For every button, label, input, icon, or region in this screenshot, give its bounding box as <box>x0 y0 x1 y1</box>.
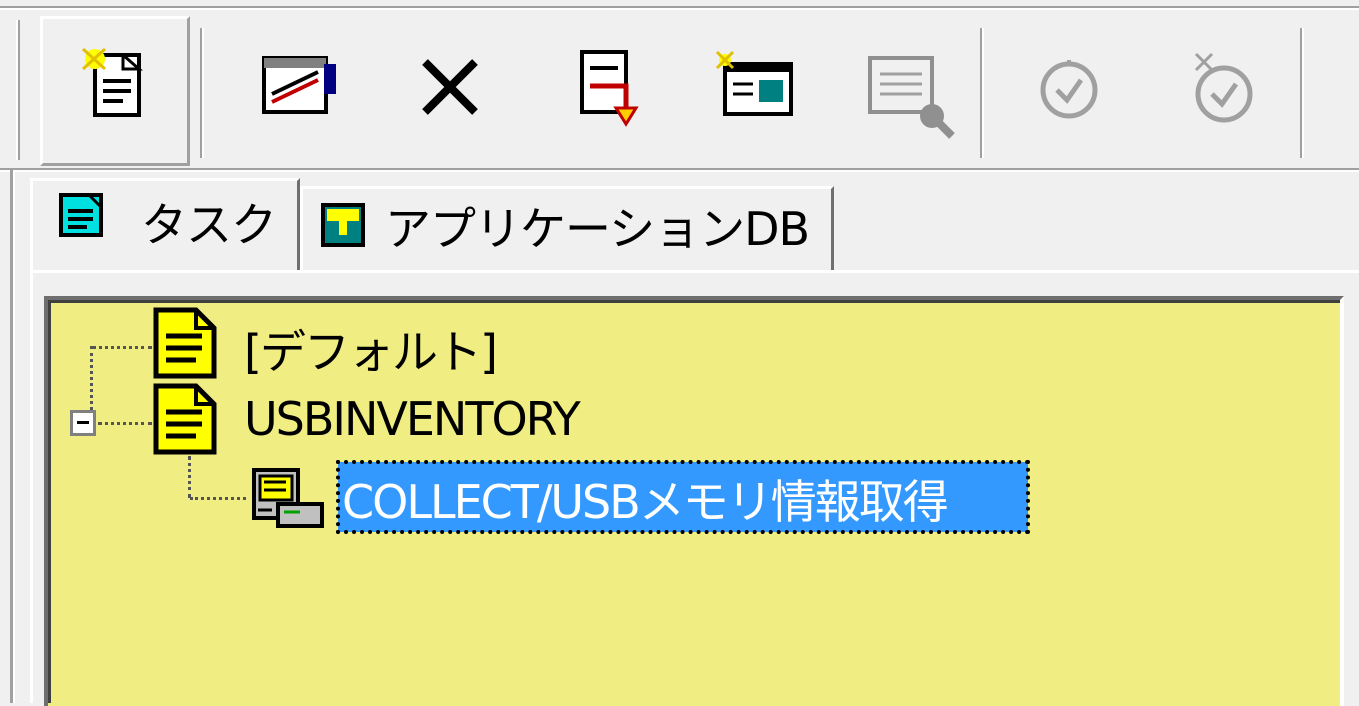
search-disabled-icon <box>868 56 955 139</box>
edit-task-icon <box>262 56 336 114</box>
clock-new-disabled-icon <box>1194 52 1253 123</box>
new-window-icon <box>715 50 793 116</box>
tree-connector <box>188 456 191 498</box>
tab-application-db[interactable]: アプリケーションDB <box>300 186 834 270</box>
toolbar-separator <box>980 28 984 158</box>
delete-button[interactable] <box>375 16 525 166</box>
new-task-icon <box>81 47 143 117</box>
tree-item-label: [デフォルト] <box>244 325 498 379</box>
clock-disabled-icon <box>1040 60 1098 119</box>
appdb-tab-icon <box>321 203 365 247</box>
toolbar-separator <box>1300 28 1304 158</box>
new-window-button[interactable] <box>685 16 835 166</box>
top-border-highlight <box>0 8 1359 10</box>
toolbar-grip[interactable] <box>16 20 20 160</box>
tree-item-label: USBINVENTORY <box>244 392 581 446</box>
task-folder-icon <box>153 383 217 455</box>
import-button[interactable] <box>530 16 680 166</box>
tab-tasks-label: タスク <box>141 198 277 252</box>
tree-item-collect-usb[interactable] <box>248 460 338 534</box>
collapse-toggle[interactable] <box>70 410 96 436</box>
tree-item-usbinventory[interactable]: USBINVENTORY <box>152 382 632 456</box>
edit-button[interactable] <box>220 16 370 166</box>
tree-connector <box>190 497 246 500</box>
tab-application-db-label: アプリケーションDB <box>385 202 810 256</box>
search-button[interactable] <box>840 16 990 166</box>
tree-connector <box>90 346 93 410</box>
tree-connector <box>92 346 152 349</box>
new-schedule-button[interactable] <box>1150 16 1300 166</box>
tree-connector <box>98 422 152 425</box>
tree-item-default[interactable]: [デフォルト] <box>152 306 512 380</box>
left-border-highlight <box>13 170 15 703</box>
toolbar-separator <box>200 28 204 158</box>
import-icon <box>580 50 639 127</box>
schedule-button[interactable] <box>995 16 1145 166</box>
computer-task-icon <box>252 468 324 528</box>
toolbar <box>10 14 1359 166</box>
tree-item-label: COLLECT/USBメモリ情報取得 <box>342 475 949 529</box>
tree-inner-border-top <box>48 300 1340 303</box>
task-tab-icon <box>59 193 103 237</box>
toolbar-bottom-highlight <box>0 170 1359 172</box>
delete-icon <box>422 59 478 115</box>
tree-inner-border-left <box>48 300 51 703</box>
tab-tasks[interactable]: タスク <box>30 178 300 270</box>
tree-item-selected-label[interactable]: COLLECT/USBメモリ情報取得 <box>336 460 1030 534</box>
new-task-button[interactable] <box>40 16 190 166</box>
application-window: タスク アプリケーションDB [デフォルト] USBINVENTORY COLL… <box>0 0 1359 706</box>
task-folder-icon <box>153 307 217 379</box>
